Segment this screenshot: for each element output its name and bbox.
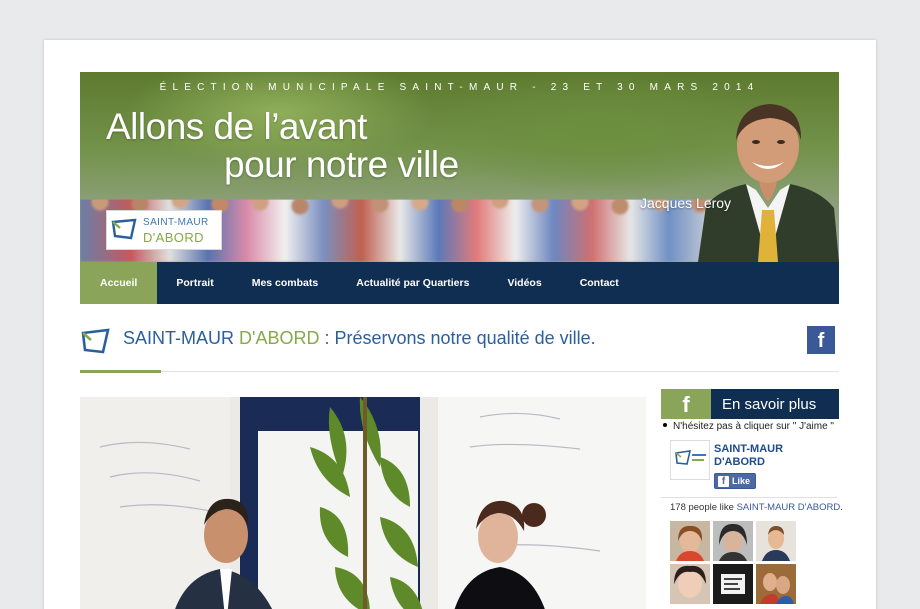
facebook-icon[interactable]: f — [661, 389, 711, 419]
candidate-portrait — [698, 104, 839, 262]
sidebar-divider — [661, 497, 837, 498]
slogan-line-1: Allons de l’avant — [106, 106, 367, 147]
slogan-line-2: pour notre ville — [224, 144, 459, 185]
brand-mark-icon — [81, 328, 110, 354]
headline-divider — [80, 371, 839, 372]
facebook-like-button[interactable]: f Like — [714, 473, 757, 489]
likes-count-text: 178 people like — [670, 502, 734, 513]
avatar[interactable] — [713, 564, 753, 604]
avatar[interactable] — [670, 521, 710, 561]
main-navigation: Accueil Portrait Mes combats Actualité p… — [80, 262, 839, 304]
likes-page-link[interactable]: SAINT-MAUR D'ABORD — [737, 502, 841, 513]
election-tagline: ÉLECTION MUNICIPALE SAINT-MAUR - 23 ET 3… — [159, 82, 760, 93]
site-logo[interactable]: SAINT-MAUR D'ABORD — [106, 210, 222, 250]
logo-text-line-2: D'ABORD — [143, 230, 204, 245]
nav-item-videos[interactable]: Vidéos — [488, 262, 560, 304]
avatar[interactable] — [756, 564, 796, 604]
header-banner: ÉLECTION MUNICIPALE SAINT-MAUR - 23 ET 3… — [80, 72, 839, 262]
avatar[interactable] — [756, 521, 796, 561]
sidebar-header: f En savoir plus — [661, 389, 839, 419]
nav-item-portrait[interactable]: Portrait — [157, 262, 232, 304]
logo-icon — [675, 450, 706, 465]
avatar[interactable] — [713, 521, 753, 561]
candidate-name: Jacques Leroy — [640, 195, 732, 211]
likes-count: 178 people like SAINT-MAUR D'ABORD. — [670, 502, 843, 513]
nav-item-accueil[interactable]: Accueil — [80, 262, 158, 304]
page-headline: SAINT-MAUR D'ABORD : Préservons notre qu… — [123, 328, 596, 349]
headline-brand-part-1: SAINT-MAUR — [123, 328, 235, 348]
nav-item-mes-combats[interactable]: Mes combats — [233, 262, 338, 304]
likes-suffix: . — [840, 502, 843, 513]
logo-icon — [111, 218, 137, 240]
headline-divider-accent — [80, 370, 161, 373]
facebook-icon: f — [718, 476, 729, 488]
facebook-icon[interactable]: f — [807, 326, 835, 354]
nav-item-contact[interactable]: Contact — [561, 262, 638, 304]
main-photo — [80, 397, 646, 609]
like-hint: N'hésitez pas à cliquer sur " J'aime " — [661, 421, 834, 432]
page-container: ÉLECTION MUNICIPALE SAINT-MAUR - 23 ET 3… — [44, 40, 876, 609]
nav-item-actualite-par-quartiers[interactable]: Actualité par Quartiers — [337, 262, 488, 304]
like-label: Like — [732, 476, 751, 486]
headline-brand-part-2: D'ABORD — [239, 328, 320, 348]
meeting-photo — [80, 397, 646, 609]
headline-text: : Préservons notre qualité de ville. — [324, 328, 596, 348]
like-hint-text: N'hésitez pas à cliquer sur " J'aime " — [673, 421, 834, 432]
sidebar-title: En savoir plus — [722, 396, 817, 413]
facebook-page-name[interactable]: SAINT-MAUR D'ABORD — [714, 443, 834, 469]
avatar[interactable] — [670, 564, 710, 604]
logo-text-line-1: SAINT-MAUR — [143, 217, 209, 228]
facebook-page-thumbnail[interactable] — [670, 440, 710, 480]
bullet-icon — [663, 423, 667, 428]
